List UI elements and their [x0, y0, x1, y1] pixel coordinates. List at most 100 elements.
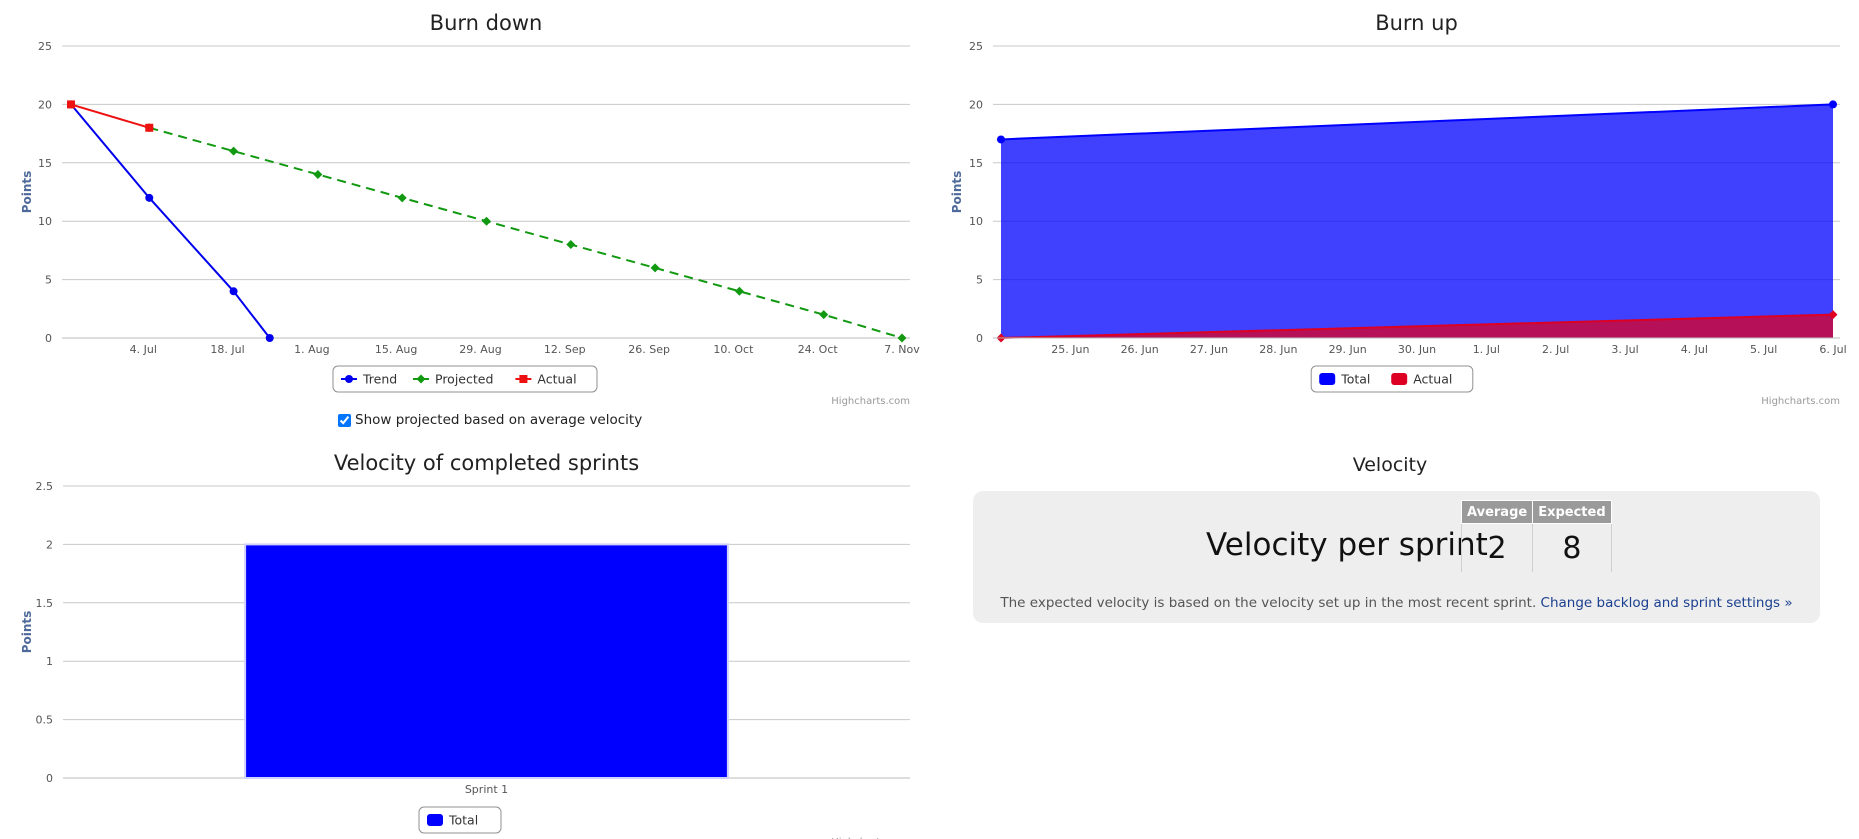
- x-tick-label: 30. Jun: [1398, 343, 1436, 356]
- data-point-total: [997, 135, 1005, 144]
- legend-swatch: [1391, 373, 1408, 385]
- velocity-per-sprint-label: Velocity per sprint: [1206, 527, 1488, 563]
- x-tick-label: 4. Jul: [130, 343, 157, 356]
- expected-value: 8: [1532, 523, 1612, 572]
- x-tick-label: 4. Jul: [1681, 343, 1708, 356]
- highcharts-credit: Highcharts.com: [831, 396, 910, 407]
- legend-item-total: Total: [1340, 372, 1370, 387]
- data-point-projected: [566, 240, 576, 250]
- y-tick-label: 0: [45, 332, 52, 345]
- highcharts-credit: Highcharts.com: [1761, 396, 1840, 407]
- data-point-projected: [897, 333, 907, 343]
- legend-item-projected: Projected: [435, 372, 493, 387]
- legend-swatch: [427, 814, 443, 826]
- legend-marker: [345, 375, 353, 383]
- data-point-trend: [145, 193, 154, 202]
- y-tick-label: 1.5: [36, 597, 54, 610]
- series-total: [997, 100, 1837, 339]
- y-tick-label: 20: [38, 98, 52, 111]
- x-tick-label: 29. Aug: [459, 343, 501, 356]
- x-tick-label: 7. Nov: [884, 343, 920, 356]
- y-tick-label: 5: [976, 274, 983, 287]
- average-value: 2: [1460, 523, 1534, 572]
- y-tick-label: 10: [38, 215, 52, 228]
- data-point-projected: [819, 310, 829, 320]
- data-point-projected: [397, 193, 407, 203]
- legend-item-total: Total: [448, 813, 478, 828]
- chart-title: Velocity of completed sprints: [334, 451, 639, 475]
- x-tick-label: 1. Jul: [1473, 343, 1500, 356]
- x-tick-label: 27. Jun: [1190, 343, 1228, 356]
- show-projected-label: Show projected based on average velocity: [355, 412, 643, 428]
- y-tick-label: 0: [46, 772, 53, 785]
- legend-item-actual: Actual: [1413, 372, 1452, 387]
- y-axis-label: Points: [20, 611, 34, 654]
- velocity-chart: 0 0.5 1 1.5 2 2.5 Velocity of completed sprint…: [0, 440, 930, 839]
- x-tick-label: 24. Oct: [798, 343, 839, 356]
- x-tick-label: 25. Jun: [1051, 343, 1089, 356]
- y-tick-label: 2: [46, 538, 53, 551]
- expected-header: Expected: [1532, 500, 1612, 524]
- x-tick-label: 3. Jul: [1611, 343, 1638, 356]
- x-tick-label: 26. Sep: [628, 343, 670, 356]
- burnup-legend: Total Actual: [1310, 365, 1474, 393]
- x-tick-label: 10. Oct: [713, 343, 754, 356]
- data-point-actual: [145, 123, 154, 132]
- x-tick-label: 12. Sep: [544, 343, 586, 356]
- chart-title: Burn down: [430, 11, 543, 35]
- x-tick-label: Sprint 1: [465, 783, 508, 796]
- y-axis-label: Points: [950, 171, 964, 214]
- data-point-projected: [482, 216, 491, 226]
- burndown-legend: Trend Projected Actual: [332, 365, 598, 393]
- x-tick-label: 15. Aug: [375, 343, 417, 356]
- burndown-svg: 0 5 10 15 20 25 Burn down Points 4. Jul 18. Jul 1.…: [20, 11, 920, 407]
- y-tick-label: 5: [45, 274, 52, 287]
- burnup-svg: 0 5 10 15 20 25 Burn up Points 25. Jun 26. Jun 27.…: [950, 11, 1847, 407]
- burnup-chart: 0 5 10 15 20 25 Burn up Points 25. Jun 26. Jun 27.…: [930, 0, 1859, 415]
- data-point-trend: [229, 287, 238, 296]
- series-area-total: [1001, 104, 1833, 339]
- legend-item-trend: Trend: [362, 372, 397, 387]
- bar-sprint-1: [244, 543, 729, 780]
- velocity-table: Average Expected 2 8: [1460, 500, 1612, 572]
- velocity-note-text: The expected velocity is based on the ve…: [1000, 595, 1537, 611]
- y-tick-label: 2.5: [36, 480, 54, 493]
- velocity-note: The expected velocity is based on the ve…: [973, 595, 1820, 611]
- x-tick-label: 28. Jun: [1259, 343, 1297, 356]
- average-header: Average: [1460, 500, 1534, 524]
- legend-item-actual: Actual: [537, 372, 576, 387]
- burndown-chart: 0 5 10 15 20 25 Burn down Points 4. Jul 18. Jul 1.…: [0, 0, 930, 415]
- velocity-legend: Total: [418, 806, 502, 834]
- x-tick-label: 26. Jun: [1121, 343, 1159, 356]
- x-tick-label: 5. Jul: [1750, 343, 1777, 356]
- chart-title: Burn up: [1375, 11, 1458, 35]
- show-projected-checkbox[interactable]: [338, 413, 351, 427]
- y-axis-label: Points: [20, 171, 34, 214]
- velocity-svg: 0 0.5 1 1.5 2 2.5 Velocity of completed sprint…: [20, 451, 910, 839]
- x-tick-label: 6. Jul: [1819, 343, 1846, 356]
- legend-marker: [519, 375, 528, 383]
- y-tick-label: 15: [38, 157, 52, 170]
- show-projected-checkbox-row[interactable]: Show projected based on average velocity: [338, 412, 642, 428]
- series-line-projected: [149, 126, 903, 339]
- data-point-projected: [734, 286, 744, 296]
- y-tick-label: 25: [38, 40, 52, 53]
- series-line-actual: [70, 103, 150, 129]
- data-point-actual: [67, 100, 75, 109]
- data-point-total: [1829, 100, 1837, 109]
- x-tick-label: 29. Jun: [1329, 343, 1367, 356]
- velocity-panel-title: Velocity: [1352, 454, 1428, 476]
- y-tick-label: 0: [976, 332, 983, 345]
- backlog-settings-link[interactable]: Change backlog and sprint settings »: [1541, 595, 1793, 611]
- series-projected: [144, 123, 907, 343]
- data-point-projected: [229, 146, 239, 156]
- x-tick-label: 18. Jul: [210, 343, 244, 356]
- x-tick-label: 1. Aug: [294, 343, 329, 356]
- y-tick-label: 10: [969, 215, 983, 228]
- y-tick-label: 15: [969, 157, 983, 170]
- y-tick-label: 0.5: [36, 714, 54, 727]
- data-point-projected: [650, 263, 660, 273]
- data-point-trend: [265, 334, 274, 342]
- y-tick-label: 20: [969, 98, 983, 111]
- data-point-projected: [313, 169, 323, 179]
